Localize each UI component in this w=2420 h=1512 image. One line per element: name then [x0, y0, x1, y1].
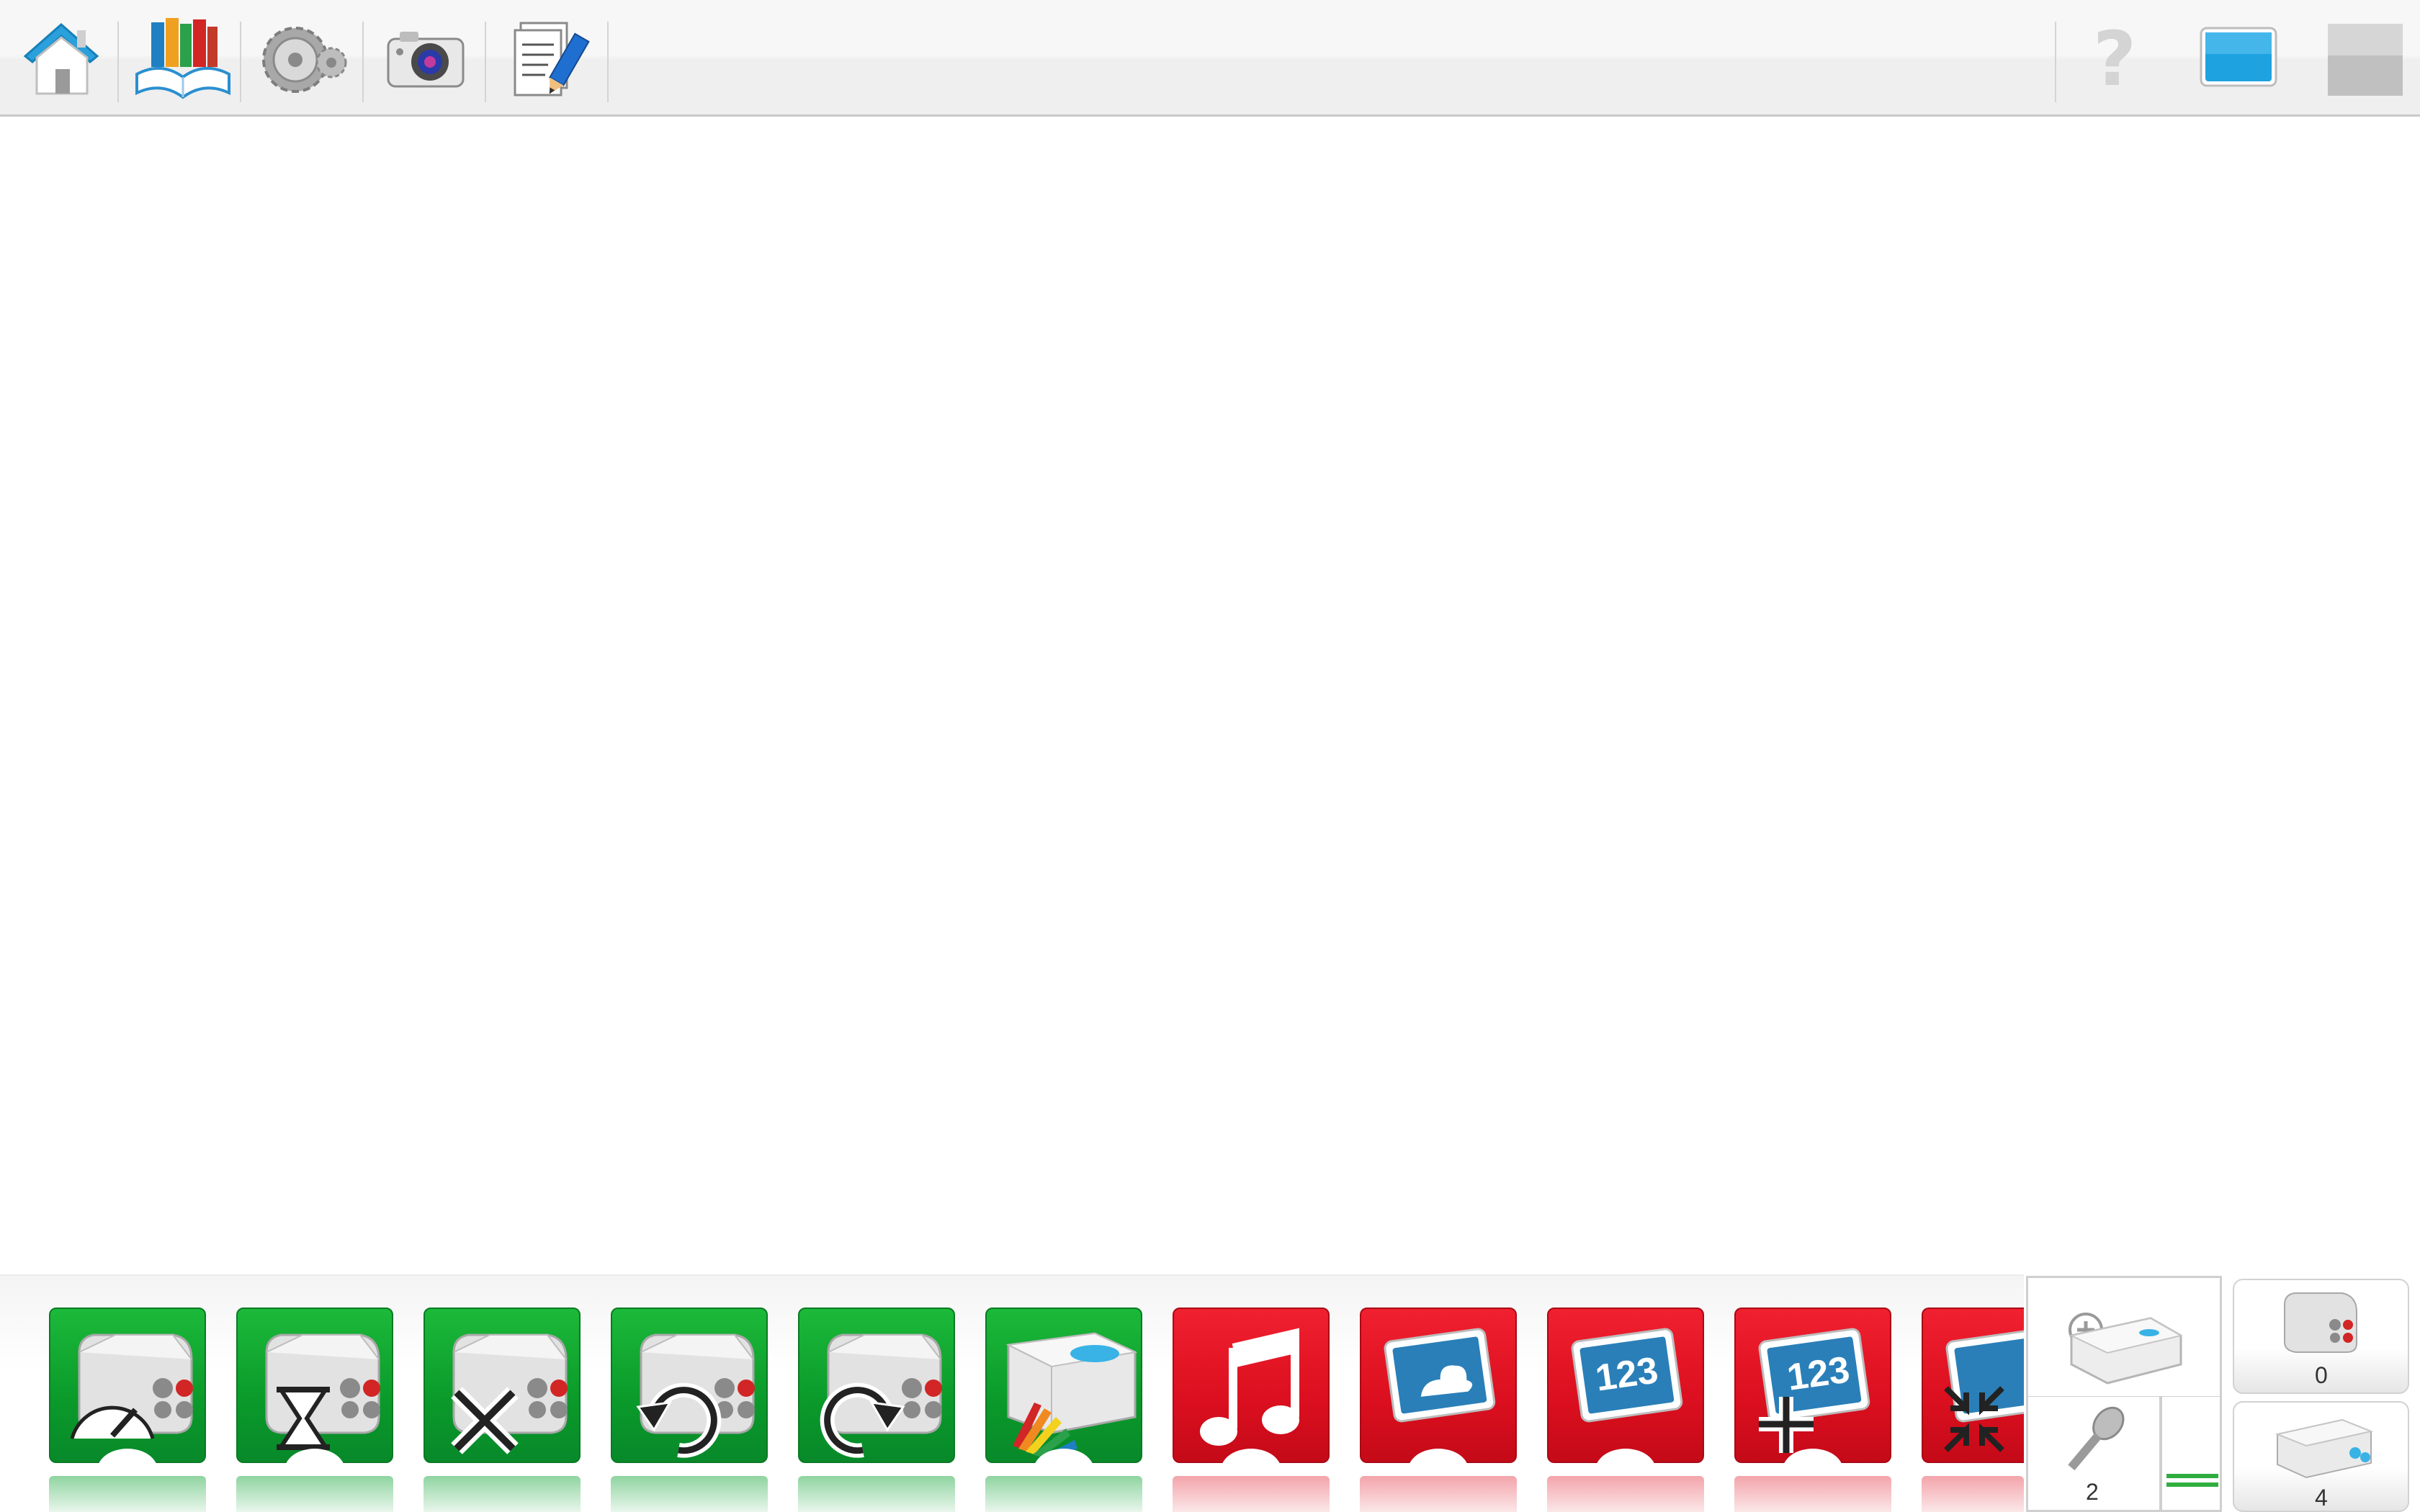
block-reflection	[236, 1476, 393, 1512]
settings-button[interactable]	[252, 13, 353, 105]
tilt-sensor-count: 4	[2315, 1485, 2328, 1511]
block-reflection	[611, 1476, 768, 1512]
tilt-sensor-icon	[2275, 1418, 2374, 1479]
block-reflection	[49, 1476, 206, 1512]
block-reflection	[985, 1476, 1142, 1512]
motor-count: 0	[2315, 1362, 2328, 1388]
stop-square-icon	[2319, 18, 2406, 101]
motor-clockwise-icon	[820, 1333, 942, 1458]
toolbar-separator	[117, 22, 119, 102]
motor-power-icon	[70, 1333, 193, 1439]
play-sound-icon	[1200, 1328, 1299, 1446]
microphone-count: 2	[2086, 1479, 2099, 1505]
help-button[interactable]: ?	[2064, 13, 2165, 105]
play-sound-block[interactable]	[1173, 1308, 1330, 1463]
toolbar-separator	[607, 22, 609, 102]
home-button[interactable]	[13, 13, 114, 105]
display-shrink-block[interactable]	[1922, 1308, 2024, 1463]
hub-light-color-block[interactable]	[985, 1308, 1142, 1463]
block-reflection	[1547, 1476, 1704, 1512]
question-mark-icon: ?	[2092, 15, 2137, 103]
display-shrink-icon	[1944, 1328, 2024, 1452]
block-reflection	[1173, 1476, 1330, 1512]
display-background-icon	[1384, 1328, 1496, 1423]
document-pencil-icon	[502, 13, 596, 106]
app-window: ? 123 123 2 0 4	[0, 0, 2420, 1512]
programming-canvas[interactable]	[0, 119, 2420, 1274]
toolbar-separator	[240, 22, 241, 102]
motor-counterclockwise-block[interactable]	[611, 1308, 768, 1463]
block-reflection	[1922, 1476, 2024, 1512]
motor-power-block[interactable]	[49, 1308, 206, 1463]
toolbar-separator	[2055, 22, 2056, 102]
camera-icon	[378, 14, 472, 104]
tablet-screen-icon	[2195, 18, 2282, 101]
motor-on-for-time-icon	[265, 1333, 380, 1450]
tilt-sensor-device[interactable]: 4	[2233, 1401, 2409, 1512]
display-background-block[interactable]	[1360, 1308, 1517, 1463]
display-add-number-svg: 123	[1758, 1328, 1870, 1453]
sound-level-indicator	[2160, 1397, 2222, 1512]
library-button[interactable]	[133, 13, 233, 105]
block-reflection	[1734, 1476, 1891, 1512]
display-add-number-block[interactable]: 123	[1734, 1308, 1891, 1463]
gears-icon	[252, 12, 353, 107]
hub-light-color-icon	[1005, 1332, 1138, 1462]
add-hub-icon	[2069, 1313, 2183, 1385]
toolbar-separator	[362, 22, 364, 102]
level-bar	[2166, 1482, 2218, 1487]
block-reflection	[1360, 1476, 1517, 1512]
motor-device[interactable]: 0	[2233, 1279, 2409, 1394]
display-button[interactable]	[2188, 13, 2289, 105]
display-add-number-label: 123	[1785, 1349, 1852, 1399]
motor-off-block[interactable]	[424, 1308, 581, 1463]
motor-on-for-time-block[interactable]	[236, 1308, 393, 1463]
top-toolbar: ?	[0, 0, 2420, 117]
microphone-device[interactable]: 2	[2026, 1397, 2161, 1512]
home-icon	[17, 14, 110, 104]
toolbar-separator	[485, 22, 486, 102]
camera-button[interactable]	[375, 13, 475, 105]
stop-button[interactable]	[2312, 13, 2413, 105]
microphone-icon	[2068, 1406, 2125, 1471]
motor-counterclockwise-icon	[636, 1333, 755, 1458]
books-icon	[133, 12, 233, 107]
display-number-svg: 123	[1571, 1328, 1683, 1423]
motor-off-icon	[451, 1333, 568, 1454]
display-number-label: 123	[1593, 1349, 1661, 1400]
motor-device-icon	[2284, 1292, 2357, 1353]
motor-clockwise-block[interactable]	[798, 1308, 955, 1463]
documentation-button[interactable]	[498, 13, 599, 105]
display-number-block[interactable]: 123	[1547, 1308, 1704, 1463]
level-bar	[2166, 1474, 2218, 1478]
connect-hub-button[interactable]	[2026, 1276, 2222, 1398]
block-reflection	[424, 1476, 581, 1512]
block-reflection	[798, 1476, 955, 1512]
